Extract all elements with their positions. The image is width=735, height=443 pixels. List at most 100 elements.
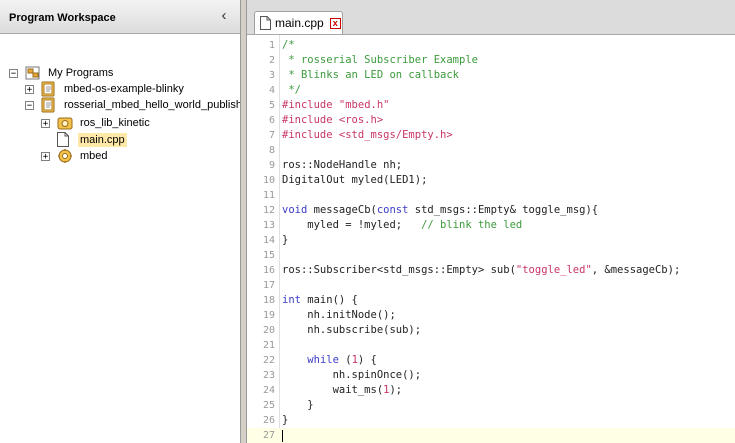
- token-comment: // blink the led: [421, 219, 523, 231]
- code-line[interactable]: 25 }: [247, 398, 735, 413]
- token-normal: nh.spinOnce();: [282, 369, 422, 381]
- gear-library-icon: [57, 148, 73, 164]
- line-number: 4: [268, 85, 275, 96]
- collapse-icon[interactable]: −: [9, 68, 18, 78]
- code-line[interactable]: 18 int main() {: [247, 293, 735, 308]
- token-comment: * Blinks an LED on callback: [282, 69, 460, 81]
- code-line[interactable]: 10 DigitalOut myled(LED1);: [247, 173, 735, 188]
- line-number: 21: [262, 340, 275, 351]
- code-line[interactable]: 23 nh.spinOnce();: [247, 368, 735, 383]
- token-normal: std_msgs::Empty& toggle_msg){: [408, 204, 599, 216]
- line-number: 5: [268, 100, 275, 111]
- code-line[interactable]: 5 #include "mbed.h": [247, 98, 735, 113]
- tab-main-cpp[interactable]: main.cpp x: [254, 11, 343, 34]
- token-pre: #include: [282, 99, 339, 111]
- code-line[interactable]: 16 ros::Subscriber<std_msgs::Empty> sub("…: [247, 263, 735, 278]
- code-line[interactable]: 8: [247, 143, 735, 158]
- code-line[interactable]: 20 nh.subscribe(sub);: [247, 323, 735, 338]
- code-area[interactable]: 1/* 2 * rosserial Subscriber Example 3 * B…: [247, 35, 735, 443]
- code-text: int main() {: [282, 293, 358, 308]
- token-pre: #include <std_msgs/Empty.h>: [282, 129, 453, 141]
- code-text: }: [282, 413, 288, 428]
- code-text: ros::Subscriber<std_msgs::Empty> sub("to…: [282, 263, 680, 278]
- collapse-icon[interactable]: −: [25, 100, 34, 110]
- code-line[interactable]: 15: [247, 248, 735, 263]
- tree-item-ros-lib-kinetic[interactable]: + ros_lib_kinetic: [41, 114, 152, 132]
- expand-icon[interactable]: +: [41, 151, 50, 161]
- tree-item-mbed[interactable]: + mbed: [41, 147, 110, 165]
- panel-title: Program Workspace: [9, 12, 116, 24]
- code-text: nh.spinOnce();: [282, 368, 422, 383]
- expand-icon[interactable]: +: [41, 118, 50, 128]
- code-line[interactable]: 1 /*: [247, 38, 735, 53]
- code-line[interactable]: 11: [247, 188, 735, 203]
- code-line[interactable]: 13 myled = !myled; // blink the led: [247, 218, 735, 233]
- code-line[interactable]: 2 * rosserial Subscriber Example: [247, 53, 735, 68]
- code-text: while (1) {: [282, 353, 377, 368]
- line-number: 11: [262, 190, 275, 201]
- code-text: nh.subscribe(sub);: [282, 323, 421, 338]
- tab-label: main.cpp: [275, 16, 324, 30]
- tree-item-label: rosserial_mbed_hello_world_publisher: [64, 99, 241, 111]
- code-text: }: [282, 233, 288, 248]
- code-line[interactable]: 6 #include <ros.h>: [247, 113, 735, 128]
- code-line[interactable]: 27: [247, 428, 735, 443]
- code-line[interactable]: 22 while (1) {: [247, 353, 735, 368]
- code-line[interactable]: 7 #include <std_msgs/Empty.h>: [247, 128, 735, 143]
- token-normal: (: [338, 354, 352, 366]
- code-line[interactable]: 26}: [247, 413, 735, 428]
- token-normal: messageCb(: [307, 204, 377, 216]
- code-text: * rosserial Subscriber Example: [282, 53, 478, 68]
- line-number: 20: [262, 325, 275, 336]
- code-line[interactable]: 4 */: [247, 83, 735, 98]
- token-normal: );: [389, 384, 403, 396]
- close-tab-icon[interactable]: x: [329, 17, 341, 29]
- line-number: 10: [262, 175, 275, 186]
- line-number: 27: [262, 430, 275, 441]
- program-icon: [41, 81, 57, 97]
- line-number: 9: [268, 160, 275, 171]
- line-number: 22: [262, 355, 275, 366]
- code-line[interactable]: 19 nh.initNode();: [247, 308, 735, 323]
- code-line[interactable]: 9 ros::NodeHandle nh;: [247, 158, 735, 173]
- tree-item-label: ros_lib_kinetic: [80, 117, 150, 129]
- token-comment: /*: [282, 39, 295, 51]
- expand-icon[interactable]: +: [25, 84, 34, 94]
- token-kw: void: [282, 204, 308, 216]
- token-normal: nh.initNode();: [282, 309, 396, 321]
- code-line[interactable]: 17: [247, 278, 735, 293]
- collapse-panel-icon[interactable]: ‹: [216, 8, 232, 24]
- line-number: 3: [268, 70, 275, 81]
- library-icon: [57, 115, 73, 131]
- line-number: 2: [268, 55, 275, 66]
- file-icon: [57, 132, 73, 148]
- token-normal: nh.subscribe(sub);: [282, 324, 422, 336]
- tree-item-rosserial-mbed-hello-world-publisher[interactable]: − rosserial_mbed_hello_world_publisher: [25, 96, 241, 114]
- code-line[interactable]: 24 wait_ms(1);: [247, 383, 735, 398]
- code-line[interactable]: 3 * Blinks an LED on callback: [247, 68, 735, 83]
- line-number: 17: [262, 280, 275, 291]
- line-number: 24: [262, 385, 275, 396]
- line-number: 26: [262, 415, 275, 426]
- code-text: myled = !myled; // blink the led: [282, 218, 522, 233]
- token-kw: const: [376, 204, 409, 216]
- code-text: #include <std_msgs/Empty.h>: [282, 128, 453, 143]
- line-number: 13: [262, 220, 275, 231]
- code-line[interactable]: 14}: [247, 233, 735, 248]
- code-text: /*: [282, 38, 295, 53]
- code-text: #include "mbed.h": [282, 98, 389, 113]
- program-workspace-panel: Program Workspace ‹ − My Programs + mbed-os…: [0, 0, 241, 443]
- code-line[interactable]: 21: [247, 338, 735, 353]
- token-str: "mbed.h": [338, 99, 390, 111]
- line-number: 23: [262, 370, 275, 381]
- code-line[interactable]: 12 void messageCb(const std_msgs::Empty& …: [247, 203, 735, 218]
- code-text: }: [282, 398, 313, 413]
- program-icon: [41, 97, 57, 113]
- line-number: 18: [262, 295, 275, 306]
- line-number: 16: [262, 265, 275, 276]
- code-text: * Blinks an LED on callback: [282, 68, 459, 83]
- token-normal: }: [282, 234, 289, 246]
- line-number: 1: [268, 40, 275, 51]
- line-number: 12: [262, 205, 275, 216]
- text-cursor: [282, 430, 283, 442]
